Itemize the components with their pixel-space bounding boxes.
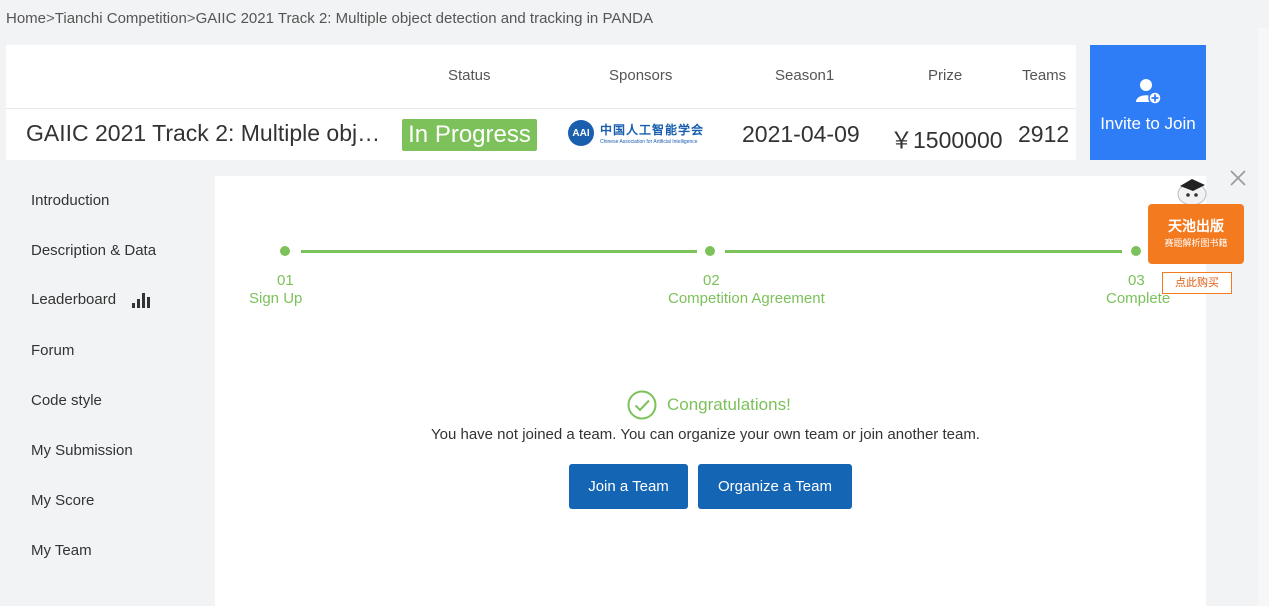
promo-title: 天池出版 [1168, 218, 1224, 234]
book-promo-widget[interactable]: 天池出版 赛题解析图书籍 点此购买 [1144, 176, 1248, 300]
breadcrumb-separator: > [46, 10, 55, 27]
sponsor-name-en: Chinese Association for Artificial Intel… [600, 139, 698, 145]
sidebar-item-label: My Team [31, 542, 92, 559]
sponsor-name-cn: 中国人工智能学会 [600, 123, 705, 137]
sidebar-item-label: Code style [31, 392, 102, 409]
check-circle-icon [627, 390, 657, 420]
invite-to-join-button[interactable]: Invite to Join [1090, 45, 1206, 160]
breadcrumb: Home>Tianchi Competition>GAIIC 2021 Trac… [6, 10, 653, 27]
header-divider [6, 108, 1076, 109]
sidebar-item-label: My Score [31, 492, 95, 509]
breadcrumb-separator: > [186, 10, 196, 27]
add-user-icon [1136, 79, 1162, 105]
sidebar-item-leaderboard[interactable]: Leaderboard [31, 291, 151, 308]
step-connector [725, 250, 1122, 253]
breadcrumb-current: GAIIC 2021 Track 2: Multiple object dete… [195, 10, 654, 27]
step-number: 03 [1128, 272, 1145, 289]
close-icon[interactable] [1228, 168, 1248, 188]
status-column-label: Status [448, 67, 491, 84]
team-status-message: You have not joined a team. You can orga… [431, 426, 980, 443]
step-dot [705, 246, 715, 256]
breadcrumb-home[interactable]: Home [6, 10, 46, 27]
sidebar-item-my-submission[interactable]: My Submission [31, 442, 133, 459]
competition-title: GAIIC 2021 Track 2: Multiple object dete… [26, 120, 388, 146]
step-label-agreement: Competition Agreement [668, 290, 825, 307]
step-connector [301, 250, 697, 253]
prize-column-label: Prize [928, 67, 963, 84]
step-label-sign-up: Sign Up [249, 290, 303, 307]
sponsor-logo-icon: AAI [568, 120, 594, 146]
organize-team-button[interactable]: Organize a Team [698, 464, 852, 509]
season-date: 2021-04-09 [742, 121, 860, 147]
sidebar-item-my-team[interactable]: My Team [31, 542, 92, 559]
prize-value: ￥1500000 [890, 127, 1003, 153]
sidebar-item-label: Introduction [31, 192, 110, 209]
sponsors-column-label: Sponsors [609, 67, 673, 84]
competition-header: Status Sponsors Season1 Prize Teams GAII… [6, 45, 1076, 160]
sidebar-item-my-score[interactable]: My Score [31, 492, 94, 509]
season-column-label: Season1 [775, 67, 835, 84]
breadcrumb-section[interactable]: Tianchi Competition [55, 10, 187, 27]
teams-column-label: Teams [1022, 67, 1067, 84]
bar-chart-icon [132, 292, 151, 308]
sidebar-item-label: Description & Data [31, 242, 157, 259]
teams-count: 2912 [1018, 121, 1070, 147]
step-number: 02 [703, 272, 720, 289]
sidebar-item-label: Leaderboard [31, 291, 117, 308]
sponsor-logo[interactable]: AAI 中国人工智能学会 Chinese Association for Art… [568, 117, 718, 149]
congratulations: Congratulations! [627, 390, 791, 420]
invite-label: Invite to Join [1100, 114, 1196, 133]
sidebar-item-description-data[interactable]: Description & Data [31, 242, 156, 259]
congratulations-title: Congratulations! [667, 395, 791, 414]
step-dot [1131, 246, 1141, 256]
step-number: 01 [277, 272, 294, 289]
sidebar-item-forum[interactable]: Forum [31, 342, 74, 359]
step-dot [280, 246, 290, 256]
sidebar-item-code-style[interactable]: Code style [31, 392, 102, 409]
sidebar-item-introduction[interactable]: Introduction [31, 192, 109, 209]
status-badge: In Progress [402, 119, 537, 151]
sidebar-item-label: Forum [31, 342, 75, 359]
promo-buy-button[interactable]: 点此购买 [1162, 272, 1232, 294]
join-team-button[interactable]: Join a Team [569, 464, 688, 509]
scrollbar[interactable] [1258, 28, 1269, 606]
sidebar: Introduction Description & Data Leaderbo… [6, 176, 215, 606]
promo-subtitle: 赛题解析图书籍 [1164, 238, 1228, 248]
sidebar-item-label: My Submission [31, 442, 133, 459]
